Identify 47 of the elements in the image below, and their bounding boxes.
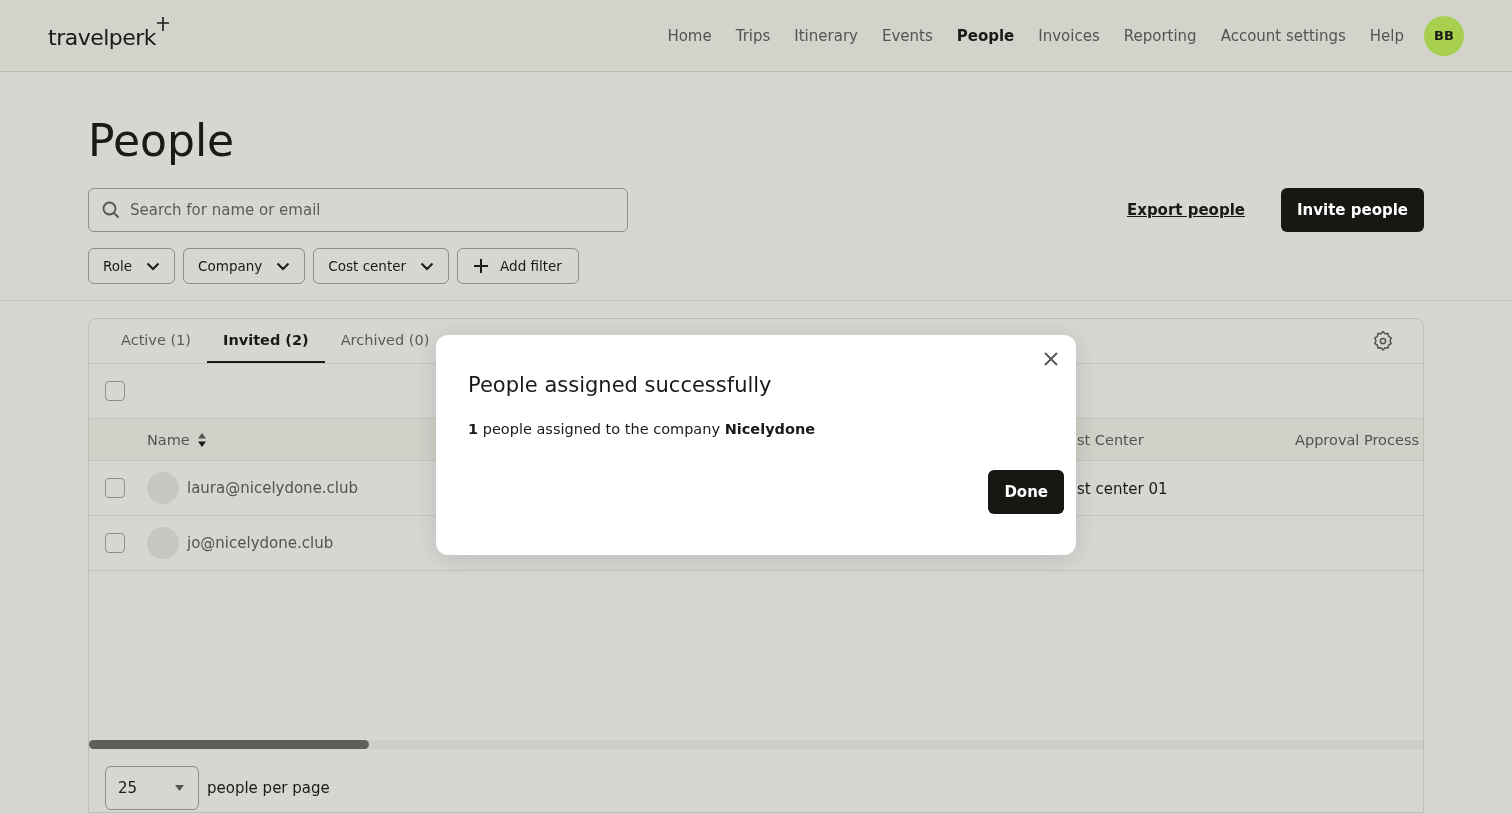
filter-dropdown[interactable]: Cost center xyxy=(313,248,450,284)
table-cell: laura@nicelydone.club xyxy=(187,479,359,497)
nav-link[interactable]: Reporting xyxy=(1111,26,1209,45)
chevron-down-icon xyxy=(276,261,291,271)
export-link[interactable]: Export people xyxy=(1126,201,1245,219)
nav-link[interactable]: Invoices xyxy=(1026,26,1112,45)
search-icon xyxy=(102,201,120,219)
column-header[interactable]: Name xyxy=(147,431,190,448)
nav-link[interactable]: Itinerary xyxy=(782,26,870,45)
table-cell: jo@nicelydone.club xyxy=(187,534,334,552)
invite-button[interactable]: Invite people xyxy=(1281,188,1424,232)
nav-link[interactable]: Home xyxy=(655,26,724,45)
done-button[interactable]: Done xyxy=(988,470,1064,514)
column-header: st Center xyxy=(1077,432,1144,448)
plus-icon xyxy=(474,259,489,273)
chevron-down-icon xyxy=(146,261,161,271)
pagination-label: people per page xyxy=(207,779,330,797)
filter-dropdown[interactable]: Company xyxy=(183,248,306,284)
settings-icon[interactable] xyxy=(1371,329,1395,353)
checkbox[interactable] xyxy=(105,381,125,401)
column-header: Approval Process xyxy=(1295,432,1419,448)
caret-icon xyxy=(175,785,184,791)
dialog-title: People assigned successfully xyxy=(468,373,773,397)
tab[interactable]: Archived (0) xyxy=(324,319,446,363)
checkbox[interactable] xyxy=(105,533,125,553)
logo[interactable]: travelperk xyxy=(48,25,157,50)
table-cell: st center 01 xyxy=(1077,479,1168,498)
page-title: People xyxy=(88,114,236,168)
close-icon[interactable] xyxy=(1044,352,1058,366)
dialog-message: 1 people assigned to the company Nicelydone xyxy=(468,421,817,437)
checkbox[interactable] xyxy=(105,478,125,498)
page-size-select[interactable]: 25 xyxy=(105,766,199,810)
nav-link[interactable]: People xyxy=(944,26,1027,45)
nav-link[interactable]: Account settings xyxy=(1208,26,1358,45)
plus-icon xyxy=(157,17,170,31)
tab[interactable]: Invited (2) xyxy=(207,319,325,363)
nav-link[interactable]: Help xyxy=(1357,26,1416,45)
filter-dropdown[interactable]: Role xyxy=(88,248,176,284)
nav-link[interactable]: Trips xyxy=(723,26,783,45)
search-field[interactable]: Search for name or email xyxy=(88,188,628,232)
sort-icon[interactable] xyxy=(197,432,206,447)
tab[interactable]: Active (1) xyxy=(105,319,207,363)
avatar[interactable]: BB xyxy=(1424,15,1464,56)
chevron-down-icon xyxy=(420,261,435,271)
add-filter-button[interactable]: Add filter xyxy=(457,248,579,284)
nav-link[interactable]: Events xyxy=(869,26,945,45)
scrollbar-thumb[interactable] xyxy=(89,740,369,749)
